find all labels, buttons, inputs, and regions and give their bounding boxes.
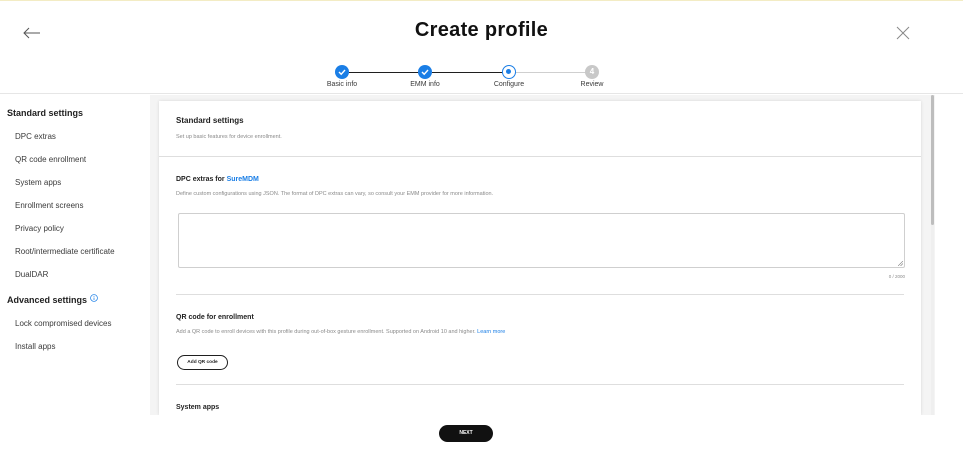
character-counter: 0 / 2000 bbox=[888, 274, 905, 279]
sidebar-item-lock-compromised-devices[interactable]: Lock compromised devices bbox=[0, 319, 111, 328]
sidebar-heading-advanced[interactable]: Advanced settings bbox=[0, 294, 98, 305]
scrollbar-thumb[interactable] bbox=[931, 95, 934, 225]
content-scrollbar[interactable] bbox=[931, 95, 934, 415]
step-connector bbox=[516, 72, 587, 73]
dpc-extras-title-prefix: DPC extras for bbox=[176, 176, 227, 183]
dpc-extras-json-input[interactable] bbox=[178, 213, 905, 268]
sidebar-item-qr-code-enrollment[interactable]: QR code enrollment bbox=[0, 155, 86, 164]
step-connector bbox=[432, 72, 503, 73]
system-apps-title: System apps bbox=[176, 404, 220, 411]
step-label-review: Review bbox=[580, 81, 604, 88]
close-icon[interactable] bbox=[895, 25, 911, 41]
settings-panel: Standard settings Set up basic features … bbox=[159, 101, 921, 415]
info-icon[interactable] bbox=[90, 294, 98, 302]
standard-settings-title: Standard settings bbox=[176, 116, 244, 125]
step-4-number: 4 bbox=[585, 65, 599, 79]
qr-code-title: QR code for enrollment bbox=[176, 314, 254, 321]
emm-name-link[interactable]: SureMDM bbox=[227, 176, 259, 183]
settings-sidebar: Standard settings DPC extras QR code enr… bbox=[0, 95, 150, 415]
sidebar-item-privacy-policy[interactable]: Privacy policy bbox=[0, 224, 64, 233]
section-divider bbox=[176, 384, 904, 385]
add-qr-code-button[interactable]: Add QR code bbox=[177, 355, 228, 370]
qr-code-description: Add a QR code to enroll devices with thi… bbox=[176, 329, 505, 335]
sidebar-item-dpc-extras[interactable]: DPC extras bbox=[0, 132, 56, 141]
sidebar-heading-standard[interactable]: Standard settings bbox=[0, 108, 83, 118]
dpc-extras-title: DPC extras for SureMDM bbox=[176, 176, 259, 183]
step-2-check-icon bbox=[418, 65, 432, 79]
learn-more-link[interactable]: Learn more bbox=[477, 329, 505, 335]
step-1-check-icon bbox=[335, 65, 349, 79]
sidebar-heading-advanced-label: Advanced settings bbox=[7, 295, 88, 305]
step-3-current-icon bbox=[502, 65, 516, 79]
dpc-extras-description: Define custom configurations using JSON.… bbox=[176, 191, 494, 197]
sidebar-item-dualdar[interactable]: DualDAR bbox=[0, 270, 48, 279]
sidebar-item-enrollment-screens[interactable]: Enrollment screens bbox=[0, 201, 83, 210]
step-connector bbox=[349, 72, 419, 73]
section-divider bbox=[159, 156, 921, 157]
step-label-emm-info: EMM info bbox=[410, 81, 440, 88]
step-label-basic-info: Basic info bbox=[326, 81, 358, 88]
next-button[interactable]: NEXT bbox=[439, 425, 493, 442]
page-header: Create profile 4 Basic info EMM info Con… bbox=[0, 1, 963, 94]
page-title: Create profile bbox=[414, 19, 549, 41]
step-label-configure: Configure bbox=[493, 81, 525, 88]
standard-settings-description: Set up basic features for device enrollm… bbox=[176, 134, 282, 140]
sidebar-item-install-apps[interactable]: Install apps bbox=[0, 342, 55, 351]
section-divider bbox=[176, 294, 904, 295]
page-footer: NEXT bbox=[0, 415, 963, 471]
sidebar-item-root-certificate[interactable]: Root/intermediate certificate bbox=[0, 247, 115, 256]
progress-stepper: 4 Basic info EMM info Configure Review bbox=[300, 65, 640, 95]
sidebar-item-system-apps[interactable]: System apps bbox=[0, 178, 61, 187]
resize-grip-icon[interactable] bbox=[898, 261, 903, 266]
qr-code-description-text: Add a QR code to enroll devices with thi… bbox=[176, 329, 476, 335]
